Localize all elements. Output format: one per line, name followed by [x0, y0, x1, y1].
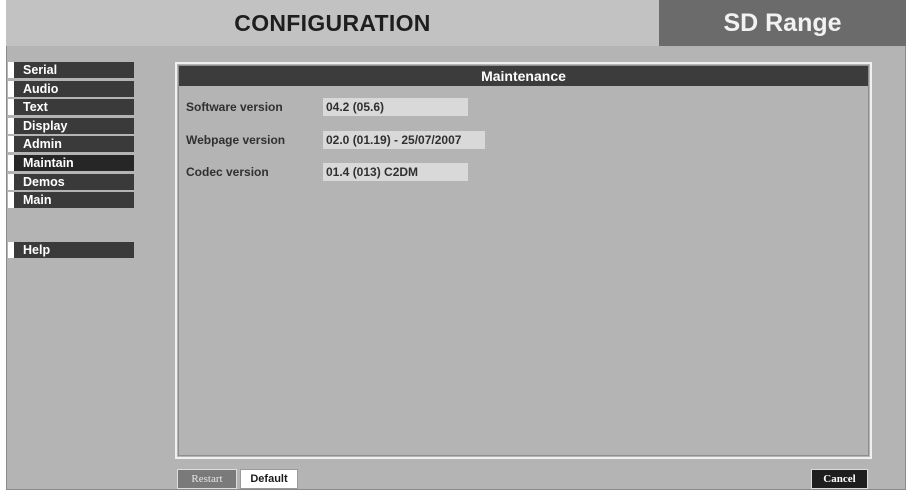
header: CONFIGURATION SD Range: [6, 0, 906, 46]
webpage-version-label: Webpage version: [186, 133, 286, 147]
sidebar-item-admin[interactable]: Admin: [8, 136, 134, 153]
codec-version-label: Codec version: [186, 165, 269, 179]
sidebar-item-text[interactable]: Text: [8, 99, 134, 116]
maintenance-panel: Maintenance Software version 04.2 (05.6)…: [175, 62, 872, 459]
panel-border: [178, 65, 869, 456]
cancel-button[interactable]: Cancel: [811, 469, 868, 489]
restart-button[interactable]: Restart: [177, 469, 237, 489]
sidebar-item-main[interactable]: Main: [8, 192, 134, 209]
sidebar-item-help[interactable]: Help: [8, 242, 134, 258]
webpage-version-value: 02.0 (01.19) - 25/07/2007: [323, 131, 485, 149]
codec-version-value: 01.4 (013) C2DM: [323, 163, 468, 181]
software-version-row: Software version 04.2 (05.6): [186, 98, 468, 116]
sidebar-nav: Serial Audio Text Display Admin Maintain…: [8, 62, 134, 211]
sidebar-item-display[interactable]: Display: [8, 117, 134, 134]
codec-version-row: Codec version 01.4 (013) C2DM: [186, 163, 468, 181]
software-version-value: 04.2 (05.6): [323, 98, 468, 116]
sidebar-item-maintain[interactable]: Maintain: [8, 154, 134, 171]
sidebar-item-demos[interactable]: Demos: [8, 173, 134, 190]
help-nav: Help: [8, 242, 134, 261]
sidebar-item-serial[interactable]: Serial: [8, 62, 134, 78]
page-title: CONFIGURATION: [6, 0, 659, 46]
product-name: SD Range: [659, 0, 906, 46]
webpage-version-row: Webpage version 02.0 (01.19) - 25/07/200…: [186, 131, 485, 149]
default-button[interactable]: Default: [240, 469, 298, 489]
panel-title: Maintenance: [179, 66, 868, 86]
software-version-label: Software version: [186, 100, 283, 114]
sidebar-item-audio[interactable]: Audio: [8, 80, 134, 97]
